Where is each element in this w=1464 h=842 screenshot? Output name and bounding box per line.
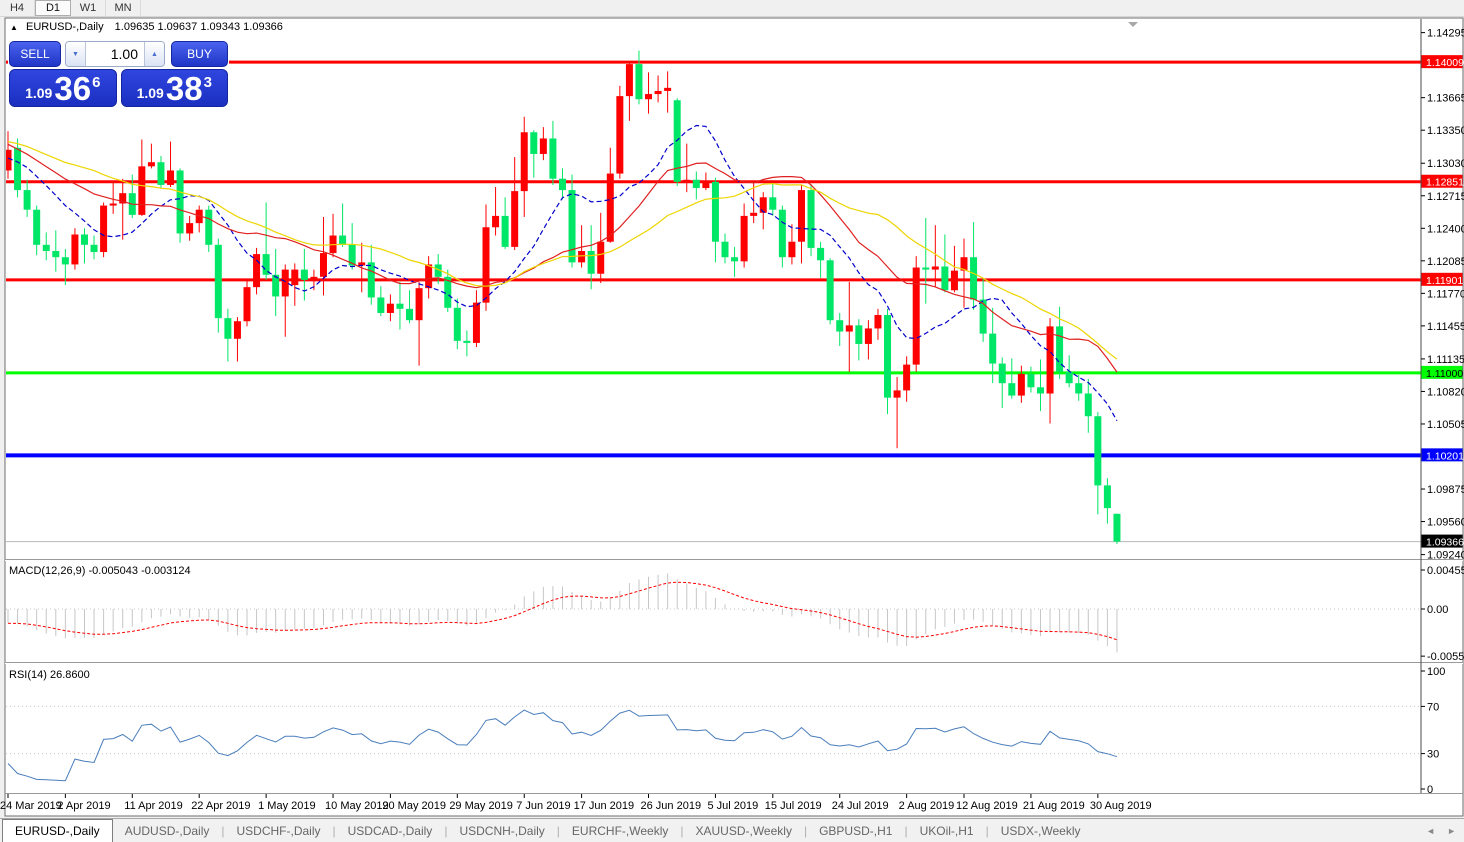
axis-tick-label: -0.0055 (1427, 651, 1464, 663)
one-click-trade-panel: SELL ▼ 1.00 ▲ BUY 1.09 36 6 1.09 38 3 (8, 40, 229, 108)
sell-button[interactable]: SELL (9, 41, 61, 67)
volume-decrease-icon[interactable]: ▼ (66, 42, 86, 66)
ohlc-low: 1.09343 (200, 21, 240, 33)
tab-usdchf-daily[interactable]: USDCHF-,Daily (225, 819, 333, 842)
volume-input[interactable]: 1.00 (86, 42, 144, 66)
symbol-title: EURUSD-,Daily (26, 21, 104, 33)
axis-tick-label: 1.12400 (1427, 223, 1464, 235)
axis-tick-label: 1.11455 (1427, 321, 1464, 333)
ohlc-close: 1.09366 (243, 21, 283, 33)
timeframe-button-mn[interactable]: MN (106, 0, 141, 16)
macd-values: -0.005043 -0.003124 (88, 565, 190, 577)
price-level-box-label: 1.11000 (1426, 368, 1463, 380)
timeframe-button-d1[interactable]: D1 (35, 0, 71, 16)
date-label: 24 Mar 2019 (0, 800, 62, 812)
axis-tick-label: 0.00 (1427, 604, 1448, 616)
axis-tick-label: 100 (1427, 666, 1445, 678)
tab-usdcnh-daily[interactable]: USDCNH-,Daily (447, 819, 556, 842)
axis-tick-label: 1.11135 (1427, 354, 1464, 366)
price-level-box-label: 1.14009 (1426, 57, 1464, 69)
date-label: 29 May 2019 (449, 800, 513, 812)
volume-stepper: ▼ 1.00 ▲ (65, 41, 165, 67)
axis-tick-label: 1.13665 (1427, 93, 1464, 105)
axis-tick-label: 1.11770 (1427, 288, 1464, 300)
date-label: 5 Jul 2019 (707, 800, 758, 812)
chart-header: ▲ EURUSD-,Daily 1.09635 1.09637 1.09343 … (10, 21, 283, 33)
tab-usdcad-daily[interactable]: USDCAD-,Daily (336, 819, 445, 842)
axis-tick-label: 1.13350 (1427, 125, 1464, 137)
symbol-tabbar: EURUSD-,DailyAUDUSD-,Daily|USDCHF-,Daily… (0, 818, 1464, 842)
tab-eurusd-daily[interactable]: EURUSD-,Daily (2, 819, 113, 842)
rsi-indicator-label: RSI(14) 26.8600 (9, 669, 90, 681)
collapse-icon[interactable]: ▲ (10, 23, 18, 32)
date-label: 7 Jun 2019 (516, 800, 570, 812)
timeframe-toolbar: H4D1W1MN (0, 0, 1464, 17)
ohlc-open: 1.09635 (115, 21, 155, 33)
timeframe-button-w1[interactable]: W1 (71, 0, 106, 16)
price-level-box-label: 1.12851 (1426, 177, 1464, 189)
date-label: 17 Jun 2019 (574, 800, 635, 812)
date-label: 15 Jul 2019 (765, 800, 822, 812)
buy-price-display[interactable]: 1.09 38 3 (121, 69, 229, 107)
axis-tick-label: 1.09560 (1427, 517, 1464, 529)
date-label: 11 Apr 2019 (124, 800, 183, 812)
sell-price-big: 36 (54, 75, 91, 103)
price-level-box-label: 1.10201 (1426, 450, 1464, 462)
date-label: 20 May 2019 (382, 800, 446, 812)
tab-scroll-right-icon[interactable]: ► (1447, 826, 1456, 836)
axis-tick-label: 70 (1427, 701, 1439, 713)
timeframe-button-h4[interactable]: H4 (0, 0, 35, 16)
price-level-box-label: 1.09366 (1426, 537, 1464, 549)
macd-name: MACD(12,26,9) (9, 565, 85, 577)
price-level-box-label: 1.11901 (1426, 275, 1463, 287)
buy-price-sup: 3 (204, 74, 212, 91)
axis-tick-label: 1.12085 (1427, 256, 1464, 268)
axis-tick-label: 1.12715 (1427, 191, 1464, 203)
macd-indicator-label: MACD(12,26,9) -0.005043 -0.003124 (9, 565, 191, 577)
tab-usdx-weekly[interactable]: USDX-,Weekly (989, 819, 1093, 842)
date-label: 30 Aug 2019 (1090, 800, 1152, 812)
axis-tick-label: 30 (1427, 749, 1439, 761)
axis-tick-label: 1.10820 (1427, 386, 1464, 398)
date-label: 26 Jun 2019 (641, 800, 702, 812)
date-label: 21 Aug 2019 (1023, 800, 1085, 812)
date-label: 12 Aug 2019 (956, 800, 1018, 812)
buy-price-big: 38 (166, 75, 203, 103)
axis-tick-label: 0.00455 (1427, 565, 1464, 577)
date-label: 1 May 2019 (258, 800, 315, 812)
sell-price-small: 1.09 (25, 86, 52, 103)
volume-increase-icon[interactable]: ▲ (144, 42, 164, 66)
axis-tick-label: 1.10505 (1427, 419, 1464, 431)
sell-price-display[interactable]: 1.09 36 6 (9, 69, 117, 107)
axis-tick-label: 1.14295 (1427, 28, 1464, 40)
axis-tick-label: 1.13030 (1427, 158, 1464, 170)
axis-tick-label: 1.09240 (1427, 550, 1464, 562)
tab-ukoil-h1[interactable]: UKOil-,H1 (908, 819, 986, 842)
chart-canvas[interactable]: 1.14295 1.13665 1.13350 1.13030 1.12715 1.124… (0, 0, 1464, 841)
date-label: 2 Aug 2019 (899, 800, 955, 812)
tab-gbpusd-h1[interactable]: GBPUSD-,H1 (807, 819, 904, 842)
tab-audusd-daily[interactable]: AUDUSD-,Daily (113, 819, 222, 842)
mt4-window: 1.14295 1.13665 1.13350 1.13030 1.12715 1.124… (0, 0, 1464, 841)
date-label: 24 Jul 2019 (832, 800, 889, 812)
tab-xauusd-weekly[interactable]: XAUUSD-,Weekly (683, 819, 803, 842)
rsi-value: 26.8600 (50, 669, 90, 681)
date-label: 2 Apr 2019 (57, 800, 110, 812)
date-label: 22 Apr 2019 (191, 800, 250, 812)
tab-eurchf-weekly[interactable]: EURCHF-,Weekly (560, 819, 680, 842)
tab-scroll-left-icon[interactable]: ◄ (1426, 826, 1435, 836)
buy-price-small: 1.09 (137, 86, 164, 103)
sell-price-sup: 6 (92, 74, 100, 91)
buy-button[interactable]: BUY (171, 41, 228, 67)
rsi-name: RSI(14) (9, 669, 47, 681)
axis-tick-label: 0 (1427, 784, 1433, 796)
axis-tick-label: 1.09875 (1427, 484, 1464, 496)
date-label: 10 May 2019 (325, 800, 389, 812)
ohlc-high: 1.09637 (158, 21, 198, 33)
tab-nav: ◄► (1426, 819, 1464, 842)
